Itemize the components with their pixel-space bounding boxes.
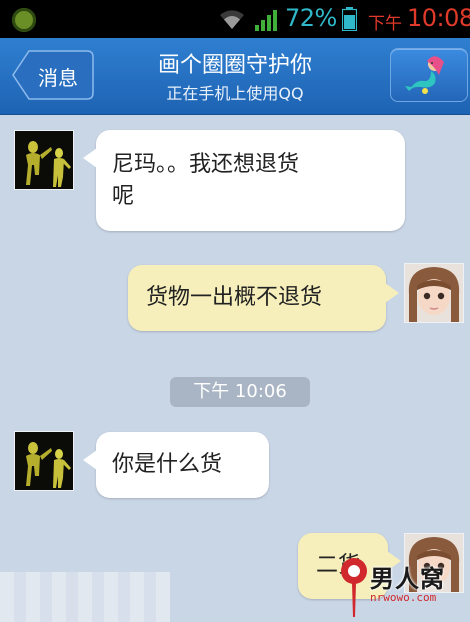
blurred-region xyxy=(0,572,170,622)
mermaid-avatar-icon xyxy=(405,56,444,94)
message-text-line: 你是什么货 xyxy=(112,452,223,477)
message-bubble-incoming[interactable]: 尼玛。。我还想退货 呢 xyxy=(83,130,405,231)
message-bubble-outgoing[interactable]: 货物一出概不退货 xyxy=(128,265,399,331)
conversation-header: 消息 画个圈圈守护你 正在手机上使用QQ xyxy=(0,38,470,115)
message-text-line: 货物一出概不退货 xyxy=(146,285,323,310)
contact-status: 正在手机上使用QQ xyxy=(166,84,304,103)
watermark-url: nrwowo.com xyxy=(370,591,437,604)
clock-time: 10:08 xyxy=(407,4,470,32)
battery-icon xyxy=(342,7,357,31)
back-button[interactable]: 消息 xyxy=(12,50,94,100)
message-text-line: 呢 xyxy=(112,184,135,209)
signal-icon xyxy=(255,10,277,31)
contact-profile-button[interactable] xyxy=(390,48,468,102)
contact-avatar[interactable] xyxy=(14,130,74,190)
chat-area[interactable]: 尼玛。。我还想退货 呢 货物一出概不退货 下午 10:06 你是什么货 二货 xyxy=(0,115,470,622)
watermark-title: 男人窝 xyxy=(370,565,445,593)
clock-ampm: 下午 xyxy=(368,14,402,34)
my-avatar[interactable] xyxy=(404,263,464,323)
message-bubble-incoming[interactable]: 你是什么货 xyxy=(83,432,269,498)
back-button-label: 消息 xyxy=(38,66,78,90)
status-bar: 72% 下午 10:08 xyxy=(0,0,470,38)
message-timestamp: 下午 10:06 xyxy=(170,377,310,407)
contact-avatar[interactable] xyxy=(14,431,74,491)
watermark: 男人窝 nrwowo.com xyxy=(330,553,470,622)
message-text-line: 尼玛。。我还想退货 xyxy=(112,152,300,177)
battery-percent: 72% xyxy=(285,4,337,32)
app-notification-icon xyxy=(12,8,36,32)
wifi-icon xyxy=(220,10,244,29)
contact-name: 画个圈圈守护你 xyxy=(157,53,312,78)
watermark-logo-icon xyxy=(341,558,367,617)
